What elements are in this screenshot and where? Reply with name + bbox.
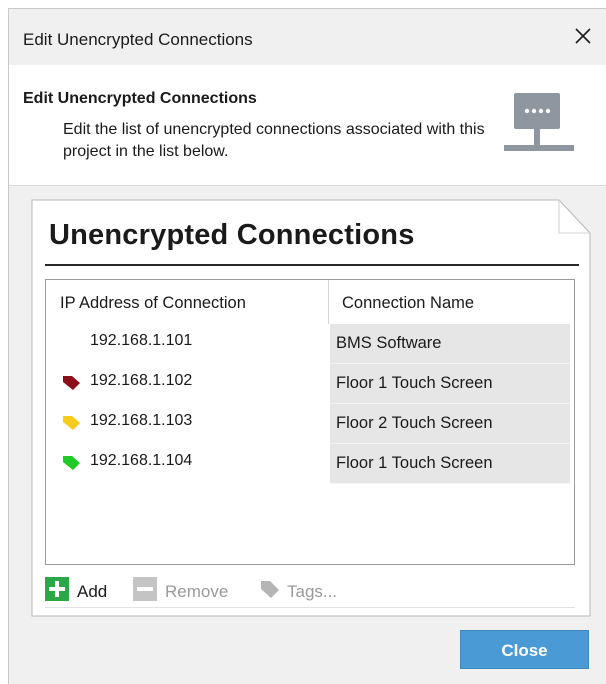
connections-table: IP Address of Connection Connection Name… — [45, 279, 575, 565]
close-window-icon[interactable] — [570, 23, 596, 49]
row-ip: 192.168.1.102 — [90, 372, 193, 389]
remove-label: Remove — [165, 582, 229, 601]
add-button[interactable]: Add — [45, 577, 125, 603]
row-ip: 192.168.1.103 — [90, 412, 193, 429]
panel-divider — [45, 264, 579, 266]
column-header-name[interactable]: Connection Name — [342, 294, 474, 313]
row-name: Floor 1 Touch Screen — [336, 454, 493, 472]
row-name: Floor 1 Touch Screen — [336, 374, 493, 392]
column-header-ip[interactable]: IP Address of Connection — [60, 294, 246, 313]
table-header: IP Address of Connection Connection Name — [46, 280, 574, 324]
tags-button[interactable]: Tags... — [259, 577, 369, 603]
dialog-header: Edit Unencrypted Connections Edit the li… — [9, 65, 606, 186]
column-divider — [328, 280, 329, 324]
header-title: Edit Unencrypted Connections — [23, 90, 257, 107]
add-icon — [45, 577, 69, 601]
table-toolbar: Add Remove Tags... — [45, 573, 575, 608]
panel-title: Unencrypted Connections — [49, 219, 415, 251]
header-description: Edit the list of unencrypted connections… — [63, 121, 485, 160]
title-bar: Edit Unencrypted Connections — [9, 9, 606, 65]
connections-panel: Unencrypted Connections IP Address of Co… — [31, 199, 591, 617]
network-icon — [504, 87, 576, 167]
tags-label: Tags... — [287, 582, 338, 601]
table-row[interactable]: 192.168.1.102 Floor 1 Touch Screen — [46, 364, 574, 404]
remove-icon — [133, 577, 157, 601]
add-label: Add — [77, 582, 108, 601]
remove-button[interactable]: Remove — [133, 577, 253, 603]
tag-icon — [60, 414, 82, 432]
table-row[interactable]: 192.168.1.103 Floor 2 Touch Screen — [46, 404, 574, 444]
row-ip: 192.168.1.101 — [90, 332, 193, 349]
table-row[interactable]: 192.168.1.101 BMS Software — [46, 324, 574, 364]
row-name: BMS Software — [336, 334, 442, 352]
close-button[interactable]: Close — [460, 630, 589, 669]
tag-icon — [60, 454, 82, 472]
tag-icon — [60, 374, 82, 392]
row-ip: 192.168.1.104 — [90, 452, 193, 469]
edit-connections-dialog: Edit Unencrypted Connections Edit Unencr… — [8, 8, 606, 684]
window-title: Edit Unencrypted Connections — [23, 30, 253, 49]
tag-icon — [261, 581, 279, 598]
table-row[interactable]: 192.168.1.104 Floor 1 Touch Screen — [46, 444, 574, 484]
row-name: Floor 2 Touch Screen — [336, 414, 493, 432]
